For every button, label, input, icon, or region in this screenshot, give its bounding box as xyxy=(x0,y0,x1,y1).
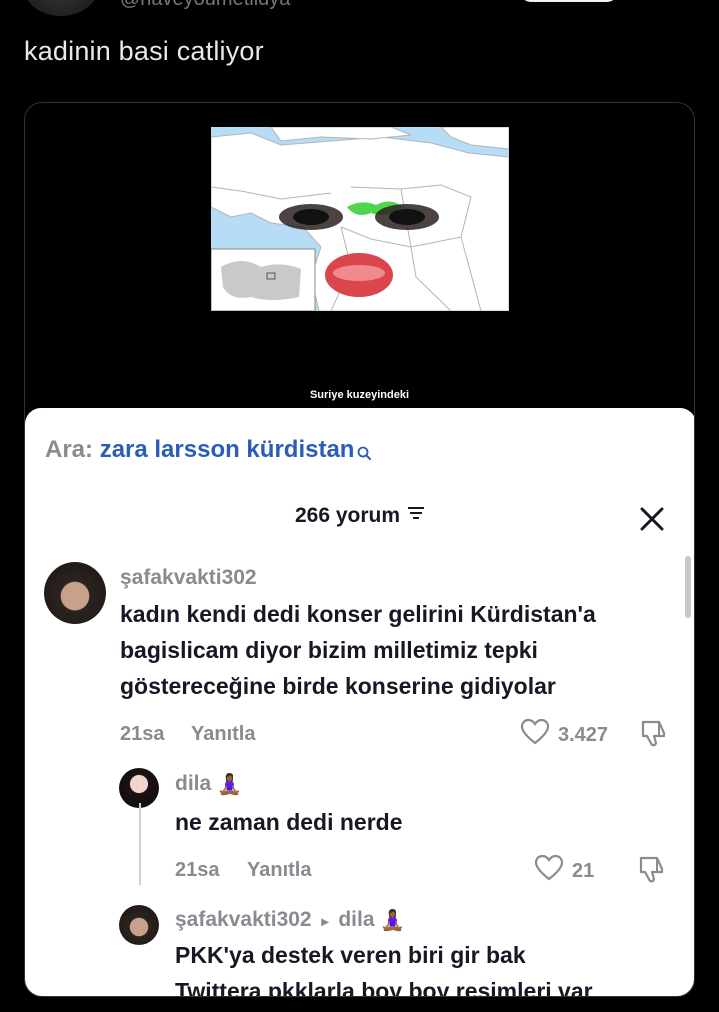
thread-line xyxy=(139,803,141,885)
comment-count[interactable]: 266 yorum xyxy=(25,503,694,528)
reply-arrow-icon: ▸ xyxy=(321,913,329,930)
search-suggestion[interactable]: Ara: zara larsson kürdistan xyxy=(45,436,372,468)
comment-text: kadın kendi dedi konser gelirini Kürdist… xyxy=(120,596,596,704)
comment-text-line: kadın kendi dedi konser gelirini Kürdist… xyxy=(120,601,596,627)
reply-button[interactable]: Yanıtla xyxy=(191,723,255,746)
comment-username-text: şafakvakti302 xyxy=(175,908,312,932)
search-prefix: Ara: xyxy=(45,436,94,463)
comment-time: 21sa xyxy=(120,723,165,745)
comment-username[interactable]: dila 🧘🏾‍♀️ xyxy=(175,772,242,797)
comment-time: 21sa xyxy=(175,859,220,881)
author-avatar[interactable] xyxy=(24,0,98,16)
reply-to-username[interactable]: dila xyxy=(338,908,374,931)
map-image xyxy=(211,127,509,311)
comment-text-line: Twittera pkklarla boy boy resimleri var xyxy=(175,978,593,997)
dislike-icon[interactable] xyxy=(639,718,669,753)
avatar[interactable] xyxy=(119,768,159,808)
close-icon[interactable] xyxy=(637,504,667,534)
comment-username[interactable]: şafakvakti302 ▸ dila 🧘🏾‍♀️ xyxy=(175,908,405,933)
sort-icon[interactable] xyxy=(406,503,426,527)
follow-button[interactable] xyxy=(520,0,618,2)
comment-count-label: 266 yorum xyxy=(294,504,401,527)
username-emoji: 🧘🏾‍♀️ xyxy=(217,774,242,796)
comment-username[interactable]: şafakvakti302 xyxy=(120,566,257,590)
search-icon xyxy=(356,440,372,468)
heart-icon xyxy=(534,854,572,888)
like-button[interactable]: 21 xyxy=(534,854,594,888)
video-caption: Suriye kuzeyindeki xyxy=(309,389,410,401)
avatar[interactable] xyxy=(119,905,159,945)
search-query[interactable]: zara larsson kürdistan xyxy=(100,436,355,463)
reply-button[interactable]: Yanıtla xyxy=(247,859,311,882)
comment-text: PKK'ya destek veren biri gir bak Twitter… xyxy=(175,937,593,997)
tweet-media[interactable]: Suriye kuzeyindeki ... Ara: zara larsson… xyxy=(24,102,695,997)
heart-icon xyxy=(520,718,558,752)
avatar[interactable] xyxy=(44,562,106,624)
author-handle[interactable]: @haveyoumetlidya xyxy=(120,0,290,11)
comments-sheet: Ara: zara larsson kürdistan 266 yorum şa… xyxy=(25,408,694,997)
like-count: 21 xyxy=(572,859,595,882)
comment-username-text: dila xyxy=(175,772,212,796)
comment-text-line: PKK'ya destek veren biri gir bak xyxy=(175,942,526,968)
dislike-icon[interactable] xyxy=(637,854,667,889)
like-button[interactable]: 3.427 xyxy=(520,718,608,752)
scrollbar[interactable] xyxy=(685,556,691,618)
screen: @haveyoumetlidya kadinin basi catliyor xyxy=(0,0,719,1012)
tweet-text: kadinin basi catliyor xyxy=(24,36,264,66)
like-count: 3.427 xyxy=(558,723,609,746)
comment-text-line: göstereceğine birde konserine gidiyolar xyxy=(120,673,556,699)
username-emoji: 🧘🏾‍♀️ xyxy=(380,910,406,932)
comment-text: ne zaman dedi nerde xyxy=(175,809,403,835)
comment-text-line: bagislicam diyor bizim milletimiz tepki xyxy=(120,637,538,663)
